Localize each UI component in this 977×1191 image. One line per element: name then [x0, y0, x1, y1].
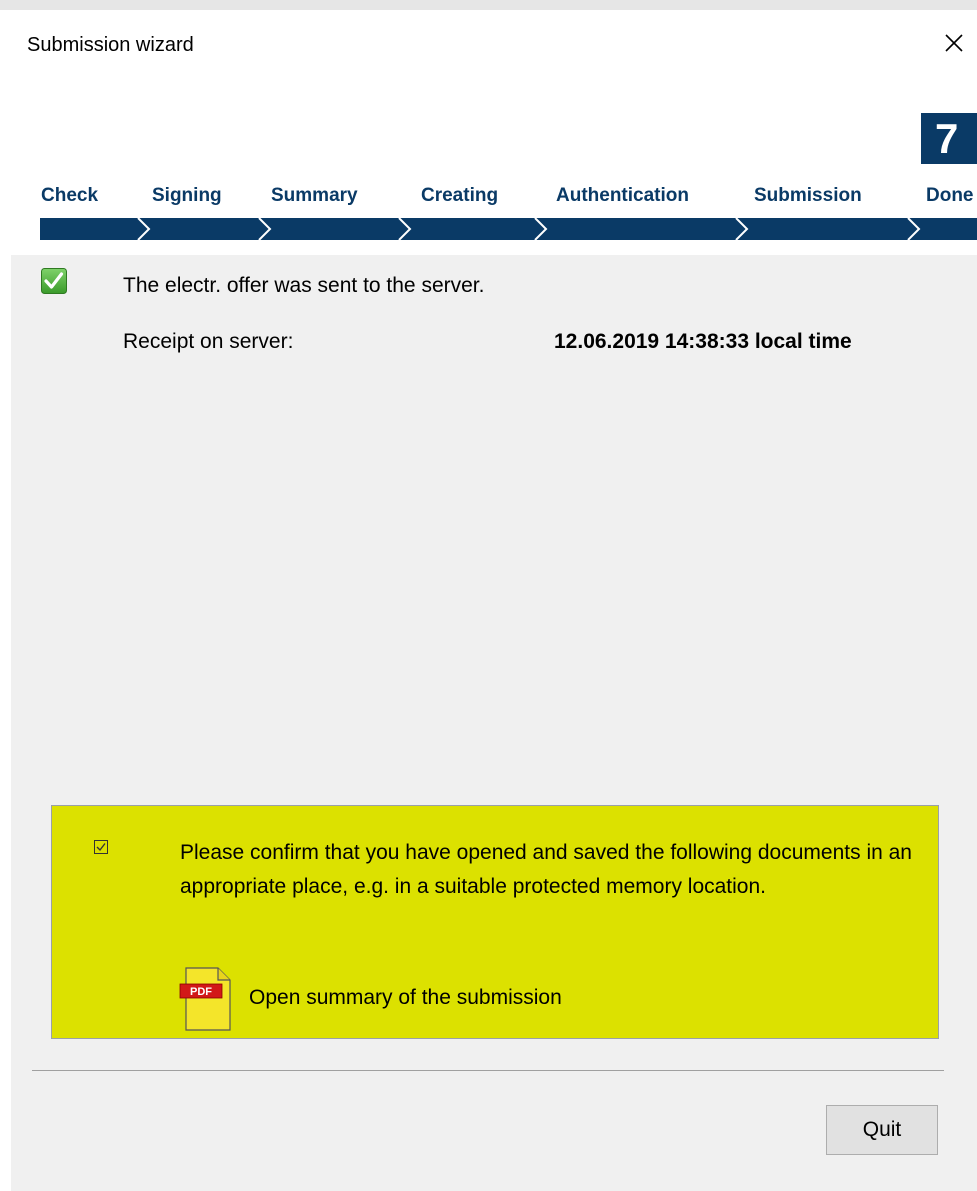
confirm-checkbox[interactable] [94, 840, 108, 854]
submission-wizard-window: Submission wizard 7 Check Signing Summar… [11, 10, 977, 1191]
step-submission: Submission [754, 185, 862, 206]
step-progress-bar [40, 218, 977, 240]
receipt-label: Receipt on server: [123, 330, 294, 353]
step-signing: Signing [152, 185, 222, 206]
footer-separator [32, 1070, 944, 1071]
step-authentication: Authentication [556, 185, 689, 206]
quit-button[interactable]: Quit [826, 1105, 938, 1155]
pdf-file-icon[interactable]: PDF [178, 966, 238, 1032]
success-check-icon [41, 268, 67, 294]
step-done: Done [926, 185, 974, 206]
step-creating: Creating [421, 185, 499, 206]
receipt-timestamp: 12.06.2019 14:38:33 local time [554, 330, 852, 353]
close-icon[interactable] [935, 24, 973, 62]
pdf-icon-label: PDF [190, 986, 212, 998]
current-step-number: 7 [921, 113, 977, 164]
top-edge [0, 0, 977, 10]
open-summary-link[interactable]: Open summary of the submission [249, 986, 562, 1010]
left-edge [0, 10, 11, 1191]
checkmark-icon [96, 843, 106, 852]
status-message: The electr. offer was sent to the server… [123, 274, 485, 297]
confirmation-panel: Please confirm that you have opened and … [51, 805, 939, 1039]
step-summary: Summary [271, 185, 358, 206]
confirmation-text: Please confirm that you have opened and … [180, 841, 912, 898]
step-check: Check [41, 185, 99, 206]
window-title: Submission wizard [27, 34, 194, 56]
title-bar: Submission wizard [11, 10, 977, 82]
wizard-steps-header: 7 Check Signing Summary Creating Authent… [11, 82, 977, 255]
